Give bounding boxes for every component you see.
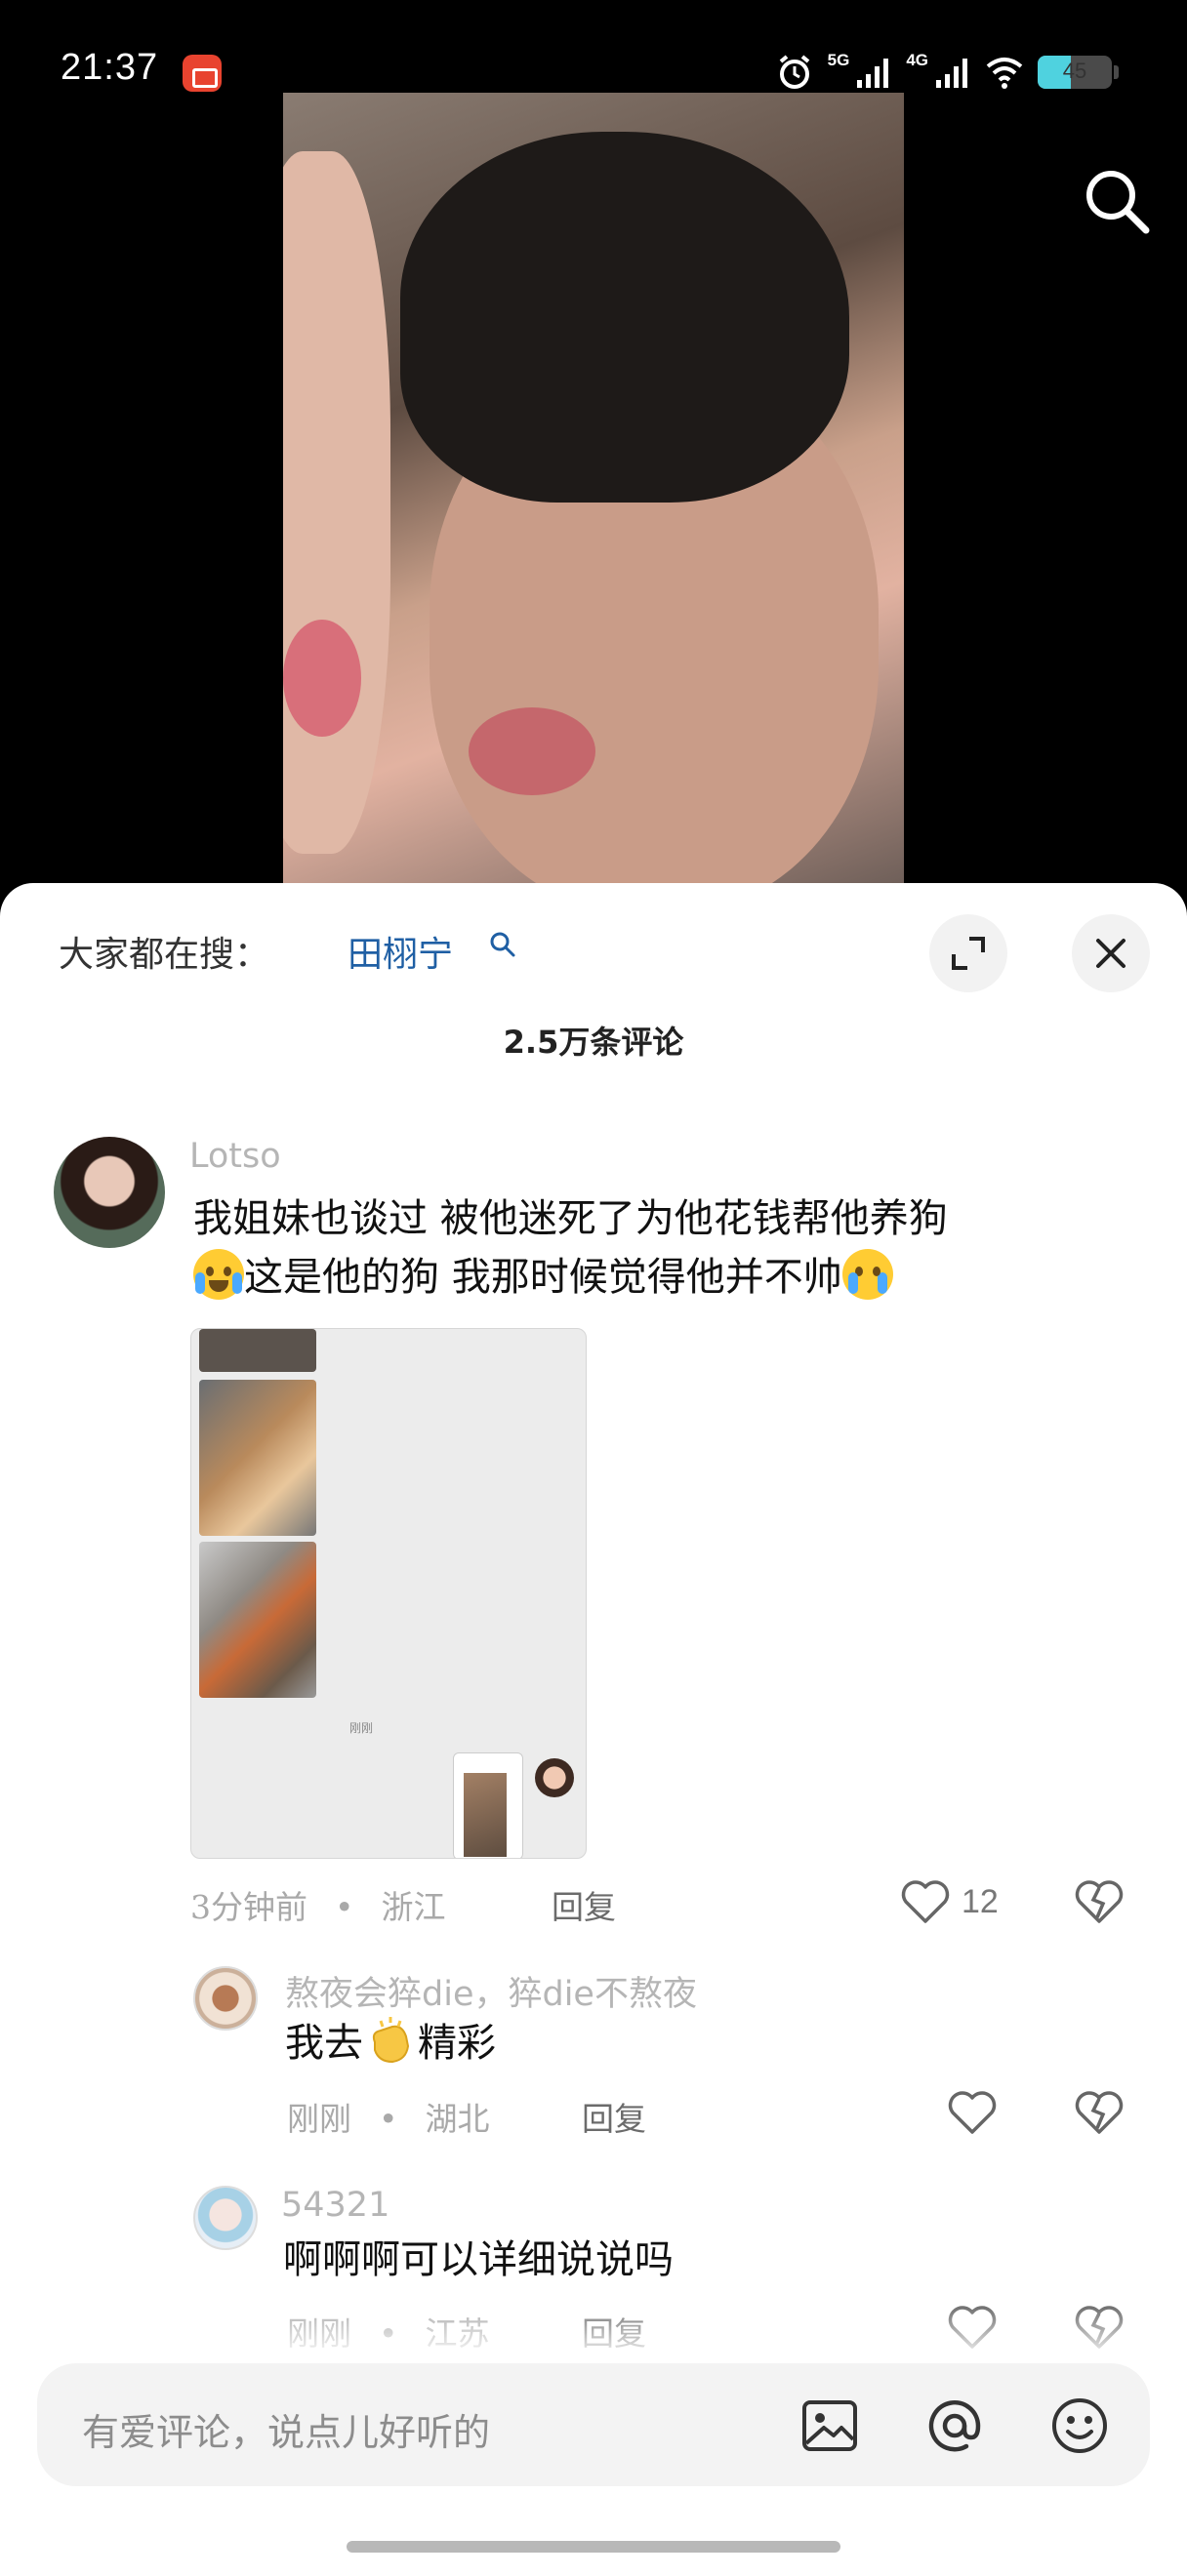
comment-username[interactable]: 54321	[281, 2186, 389, 2225]
attachment-caption: 刚刚	[349, 1721, 374, 1735]
comment-text-before: 我去	[285, 2021, 363, 2066]
video-person-lips	[469, 707, 595, 795]
avatar[interactable]	[193, 1966, 258, 2031]
clap-emoji	[372, 2017, 410, 2064]
comment-location: 湖北	[425, 2100, 490, 2138]
expand-icon	[952, 937, 985, 970]
attachment-photo-3	[199, 1542, 316, 1698]
broken-heart-icon[interactable]	[1072, 1874, 1126, 1929]
at-icon[interactable]	[921, 2393, 988, 2459]
close-button[interactable]	[1072, 914, 1150, 992]
alarm-icon	[779, 55, 809, 89]
hot-search-term[interactable]: 田栩宁	[348, 926, 453, 977]
comment-image-attachment[interactable]: 刚刚	[190, 1328, 587, 1859]
comment-text: 啊啊啊可以详细说说吗	[283, 2237, 674, 2282]
crying-emoji	[841, 1249, 893, 1300]
battery-indicator: 45	[1038, 56, 1112, 89]
battery-tip	[1114, 65, 1119, 79]
status-bar: 21:37 5G 4G 45	[0, 0, 1187, 93]
like-count: 12	[962, 1883, 999, 1920]
comment-text-line2: 这是他的狗 我那时候觉得他并不帅	[244, 1255, 842, 1300]
heart-icon[interactable]	[898, 1874, 953, 1929]
comment-count: 2.5万条评论	[503, 1024, 684, 1061]
signal-5g-icon	[857, 59, 889, 88]
reply-button[interactable]: 回复	[552, 1881, 616, 1928]
wifi-icon	[986, 58, 1023, 89]
close-icon	[1096, 939, 1126, 968]
image-icon[interactable]	[797, 2393, 863, 2459]
status-time: 21:37	[61, 47, 159, 88]
attachment-photo-1	[199, 1329, 316, 1372]
home-indicator[interactable]	[347, 2541, 840, 2553]
comment-input-placeholder[interactable]: 有爱评论，说点儿好听的	[82, 2402, 490, 2456]
comment-meta: 3分钟前 • 浙江	[190, 1888, 446, 1926]
video-person-left-lips	[283, 620, 361, 737]
notification-app-icon	[183, 55, 222, 92]
status-icons: 5G 4G 45	[775, 51, 1119, 94]
heart-icon[interactable]	[945, 2085, 1000, 2140]
comment-time: 刚刚	[287, 2100, 351, 2138]
emoji-icon[interactable]	[1046, 2393, 1113, 2459]
comment-username[interactable]: 熬夜会猝die，猝die不熬夜	[285, 1966, 697, 2016]
signal-4g-icon	[936, 59, 967, 88]
comment-time: 3分钟前	[190, 1888, 307, 1926]
reply-button[interactable]: 回复	[582, 2093, 646, 2140]
screen: 21:37 5G 4G 45 大家都在搜： 田栩宁 2.5万条评论 Lotso …	[0, 0, 1187, 2576]
broken-heart-icon[interactable]	[1072, 2085, 1126, 2140]
comment-text-line1: 我姐妹也谈过 被他迷死了为他花钱帮他养狗	[193, 1196, 948, 1241]
expand-button[interactable]	[929, 914, 1007, 992]
network-label-4g: 4G	[906, 51, 928, 69]
hot-search-label: 大家都在搜：	[59, 935, 270, 975]
video-person-left	[283, 151, 390, 854]
search-icon[interactable]	[1080, 164, 1154, 238]
comment-text: 我去 精彩	[285, 2013, 496, 2073]
comment-username[interactable]: Lotso	[189, 1137, 281, 1176]
avatar[interactable]	[54, 1137, 165, 1248]
video-preview[interactable]	[283, 93, 904, 888]
comment-meta: 刚刚 • 湖北	[287, 2100, 490, 2138]
video-person-hair	[400, 132, 849, 503]
comment-text: 我姐妹也谈过 被他迷死了为他花钱帮他养狗 这是他的狗 我那时候觉得他并不帅	[193, 1189, 1130, 1307]
search-small-icon[interactable]	[488, 930, 517, 959]
network-label-5g: 5G	[827, 51, 850, 69]
laugh-cry-emoji	[193, 1249, 244, 1300]
comment-location: 浙江	[381, 1888, 446, 1926]
attachment-photo-2	[199, 1380, 316, 1536]
comment-text-after: 精彩	[418, 2021, 496, 2066]
comment-input-bar[interactable]: 有爱评论，说点儿好听的	[37, 2363, 1150, 2486]
attachment-phone-preview	[453, 1752, 523, 1858]
list-fade	[0, 2303, 1187, 2361]
attachment-avatar	[535, 1758, 574, 1797]
avatar[interactable]	[193, 2186, 258, 2250]
battery-percent: 45	[1062, 59, 1087, 83]
